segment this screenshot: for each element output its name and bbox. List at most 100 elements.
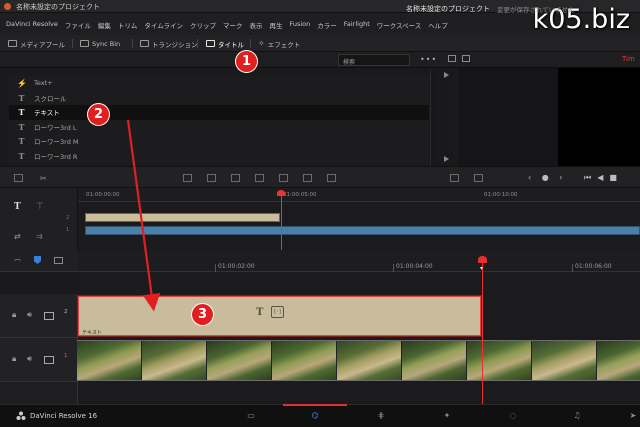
track-header-empty <box>0 382 78 404</box>
lock-icon[interactable]: 🔒︎ <box>12 354 16 364</box>
viewer-mode-icons <box>448 55 470 62</box>
dual-viewer-icon[interactable] <box>462 55 470 62</box>
divider <box>197 39 198 48</box>
track-enable-icon[interactable] <box>44 356 54 364</box>
titles-button[interactable]: タイトル <box>206 38 244 49</box>
menu-item[interactable]: ヘルプ <box>428 20 448 30</box>
lock-icon[interactable]: 🔒︎ <box>12 310 16 320</box>
single-viewer-icon[interactable] <box>448 55 456 62</box>
track-tool-icon[interactable]: ⊤ <box>36 202 44 212</box>
media-pool-label: メディアプール <box>20 40 66 49</box>
mini-video-clip[interactable] <box>85 226 640 235</box>
app-logo-icon <box>4 3 11 10</box>
search-input[interactable]: 検索 <box>338 54 410 66</box>
jog-control[interactable]: ‹ ● › <box>528 173 566 182</box>
timeline-tracks <box>78 272 640 404</box>
menu-item[interactable]: DaVinci Resolve <box>6 20 58 30</box>
brand-label: DaVinci Resolve 16 <box>30 412 98 420</box>
video-thumbnail <box>597 341 640 380</box>
ruler-label: 01:00:10:00 <box>484 192 518 198</box>
timeline-toolbar: ✂ ‹ ● › ⏮◀■ <box>0 166 640 188</box>
transitions-label: トランジション <box>152 40 198 49</box>
marker-icon[interactable] <box>54 257 63 264</box>
text-clip[interactable]: T [◦] テキスト <box>77 295 482 337</box>
video-clip[interactable] <box>77 340 640 381</box>
track-header-v2: 🔒︎ 🔊︎ 2 <box>0 294 78 338</box>
flag-icon[interactable] <box>34 256 41 264</box>
media-pool-button[interactable]: メディアプール <box>8 38 65 49</box>
snap-icon[interactable]: ⌒ <box>14 258 21 268</box>
playhead <box>482 262 483 404</box>
fit-to-fill-icon[interactable] <box>255 174 264 182</box>
text-clip-title-icon: T <box>256 307 264 318</box>
ruler-label: 01:00:00:00 <box>86 192 120 198</box>
replace-icon[interactable] <box>231 174 240 182</box>
sync-bin-icon <box>80 40 89 47</box>
place-on-top-icon[interactable] <box>279 174 288 182</box>
menu-item[interactable]: タイムライン <box>144 20 183 30</box>
viewer-screen <box>558 68 640 166</box>
edit-page-icon[interactable]: ⌬ <box>304 411 326 422</box>
speaker-icon[interactable]: 🔊︎ <box>27 354 32 364</box>
transport-controls[interactable]: ⏮◀■ <box>584 173 623 183</box>
menu-item[interactable]: ワークスペース <box>377 20 422 30</box>
play-icon[interactable] <box>444 72 449 78</box>
menu-item[interactable]: 表示 <box>249 20 262 30</box>
menu-item[interactable]: トリム <box>118 20 138 30</box>
title-t-icon: T <box>18 150 25 161</box>
list-scrollbar[interactable] <box>430 70 438 166</box>
menu-item[interactable]: 編集 <box>98 20 111 30</box>
effects-subheader <box>0 52 640 68</box>
titles-list-item[interactable]: T ローワー3rd M <box>9 134 429 149</box>
media-page-icon[interactable]: ▭ <box>240 411 262 422</box>
titles-list-item[interactable]: ⚡ Text+ <box>9 76 429 91</box>
menu-item[interactable]: ファイル <box>65 20 91 30</box>
menu-item[interactable]: Fusion <box>289 20 310 30</box>
menu-item[interactable]: マーク <box>223 20 243 30</box>
play-icon[interactable] <box>444 156 449 162</box>
ruler-label: 01:00:05:00 <box>283 192 317 198</box>
edit-settings-icon[interactable] <box>474 174 483 182</box>
save-status: 変更が保存されていません <box>497 6 575 14</box>
ruler-tick <box>572 264 573 272</box>
scissors-icon[interactable]: ✂ <box>40 174 49 183</box>
project-name: 名称未設定のプロジェクト <box>406 5 490 13</box>
ripple-overwrite-icon[interactable] <box>303 174 312 182</box>
overwrite-track-icon[interactable]: ⇄ <box>14 232 21 241</box>
titles-list-item[interactable]: T テキスト <box>9 105 429 120</box>
titles-list-item[interactable]: T ローワー3rd L <box>9 120 429 135</box>
effects-label: エフェクト <box>267 40 301 49</box>
cut-page-icon[interactable]: ⋕ <box>370 411 392 422</box>
overwrite-icon[interactable] <box>207 174 216 182</box>
sync-bin-button[interactable]: Sync Bin <box>80 38 120 49</box>
insert-icon[interactable] <box>183 174 192 182</box>
transitions-button[interactable]: トランジション <box>140 38 198 49</box>
menu-item[interactable]: カラー <box>317 20 337 30</box>
fusion-page-icon[interactable]: ✦ <box>436 411 458 422</box>
fairlight-page-icon[interactable]: ♫ <box>566 411 588 422</box>
titles-list-item[interactable]: T スクロール <box>9 91 429 106</box>
titles-icon <box>206 40 215 47</box>
mini-text-clip[interactable] <box>85 213 280 222</box>
menu-item[interactable]: クリップ <box>190 20 216 30</box>
mini-track-number: 1 <box>66 227 70 233</box>
dual-monitor-icon[interactable] <box>450 174 459 182</box>
menu-item[interactable]: Fairlight <box>344 20 370 30</box>
deliver-page-icon[interactable]: ➤ <box>622 411 640 422</box>
timeline-options-icon[interactable] <box>14 174 23 182</box>
effects-button[interactable]: ✧ エフェクト <box>258 38 300 49</box>
mini-ruler: 01:00:00:00 01:00:05:00 01:00:10:00 <box>78 188 640 202</box>
video-thumbnail <box>272 341 337 380</box>
speaker-icon[interactable]: 🔊︎ <box>27 310 32 320</box>
append-icon[interactable] <box>327 174 336 182</box>
titles-list-item[interactable]: T ローワー3rd R <box>9 149 429 164</box>
divider <box>72 39 73 48</box>
text-clip-fx-icon: [◦] <box>271 306 284 318</box>
more-options-icon[interactable]: ••• <box>420 55 437 64</box>
menu-item[interactable]: 再生 <box>269 20 282 30</box>
color-page-icon[interactable]: ◌ <box>502 411 524 422</box>
append-track-icon[interactable]: ⇉ <box>36 232 43 241</box>
title-track-icon[interactable]: T <box>14 202 21 212</box>
track-enable-icon[interactable] <box>44 312 54 320</box>
titles-list-label: スクロール <box>34 94 67 103</box>
